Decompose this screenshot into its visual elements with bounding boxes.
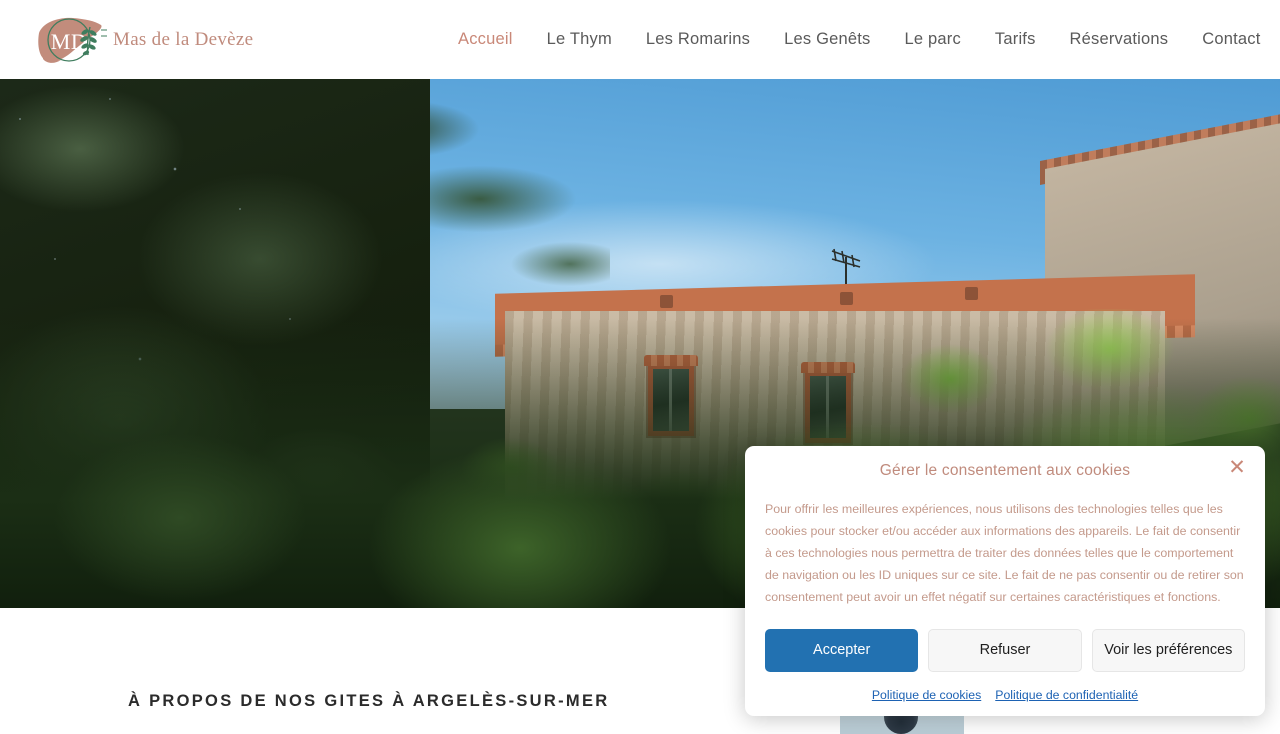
nav-item-le-parc[interactable]: Le parc xyxy=(887,30,977,49)
site-header: MD Mas de la Devèze Accueil Le Thym Les … xyxy=(0,0,1280,79)
nav-item-les-romarins[interactable]: Les Romarins xyxy=(629,30,767,49)
hero-chimney-right xyxy=(965,287,978,300)
cookie-dialog-title: Gérer le consentement aux cookies xyxy=(879,462,1131,479)
nav-item-accueil[interactable]: Accueil xyxy=(455,30,530,49)
accept-button[interactable]: Accepter xyxy=(765,628,919,672)
nav-item-tarifs[interactable]: Tarifs xyxy=(978,30,1053,49)
nav-item-les-genets[interactable]: Les Genêts xyxy=(767,30,887,49)
cookie-dialog-actions: Accepter Refuser Voir les préférences xyxy=(745,609,1265,672)
refuse-button[interactable]: Refuser xyxy=(928,628,1082,672)
close-icon[interactable]: ✕ xyxy=(1225,456,1249,480)
cookie-dialog-header: Gérer le consentement aux cookies ✕ xyxy=(745,446,1265,481)
cookie-policy-link[interactable]: Politique de cookies xyxy=(872,688,981,702)
brand-logo-link[interactable]: MD Mas de la Devèze xyxy=(33,9,253,71)
hero-chimney-left xyxy=(660,295,673,308)
cookie-dialog-links: Politique de cookies Politique de confid… xyxy=(745,672,1265,702)
brushstroke-laurel-logo-icon: MD xyxy=(38,17,107,63)
hero-chimney-mid xyxy=(840,292,853,305)
view-preferences-button[interactable]: Voir les préférences xyxy=(1091,628,1245,672)
nav-item-reservations[interactable]: Réservations xyxy=(1053,30,1186,49)
main-navigation: Accueil Le Thym Les Romarins Les Genêts … xyxy=(455,0,1278,79)
cookie-consent-dialog: Gérer le consentement aux cookies ✕ Pour… xyxy=(745,446,1265,716)
cookie-dialog-description: Pour offrir les meilleures expériences, … xyxy=(765,502,1244,605)
brand-name: Mas de la Devèze xyxy=(113,28,254,50)
nav-item-le-thym[interactable]: Le Thym xyxy=(530,30,629,49)
privacy-policy-link[interactable]: Politique de confidentialité xyxy=(995,688,1138,702)
nav-item-contact[interactable]: Contact xyxy=(1185,30,1277,49)
page-title: À propos de nos gites à Argelès-sur-Mer xyxy=(128,692,610,710)
